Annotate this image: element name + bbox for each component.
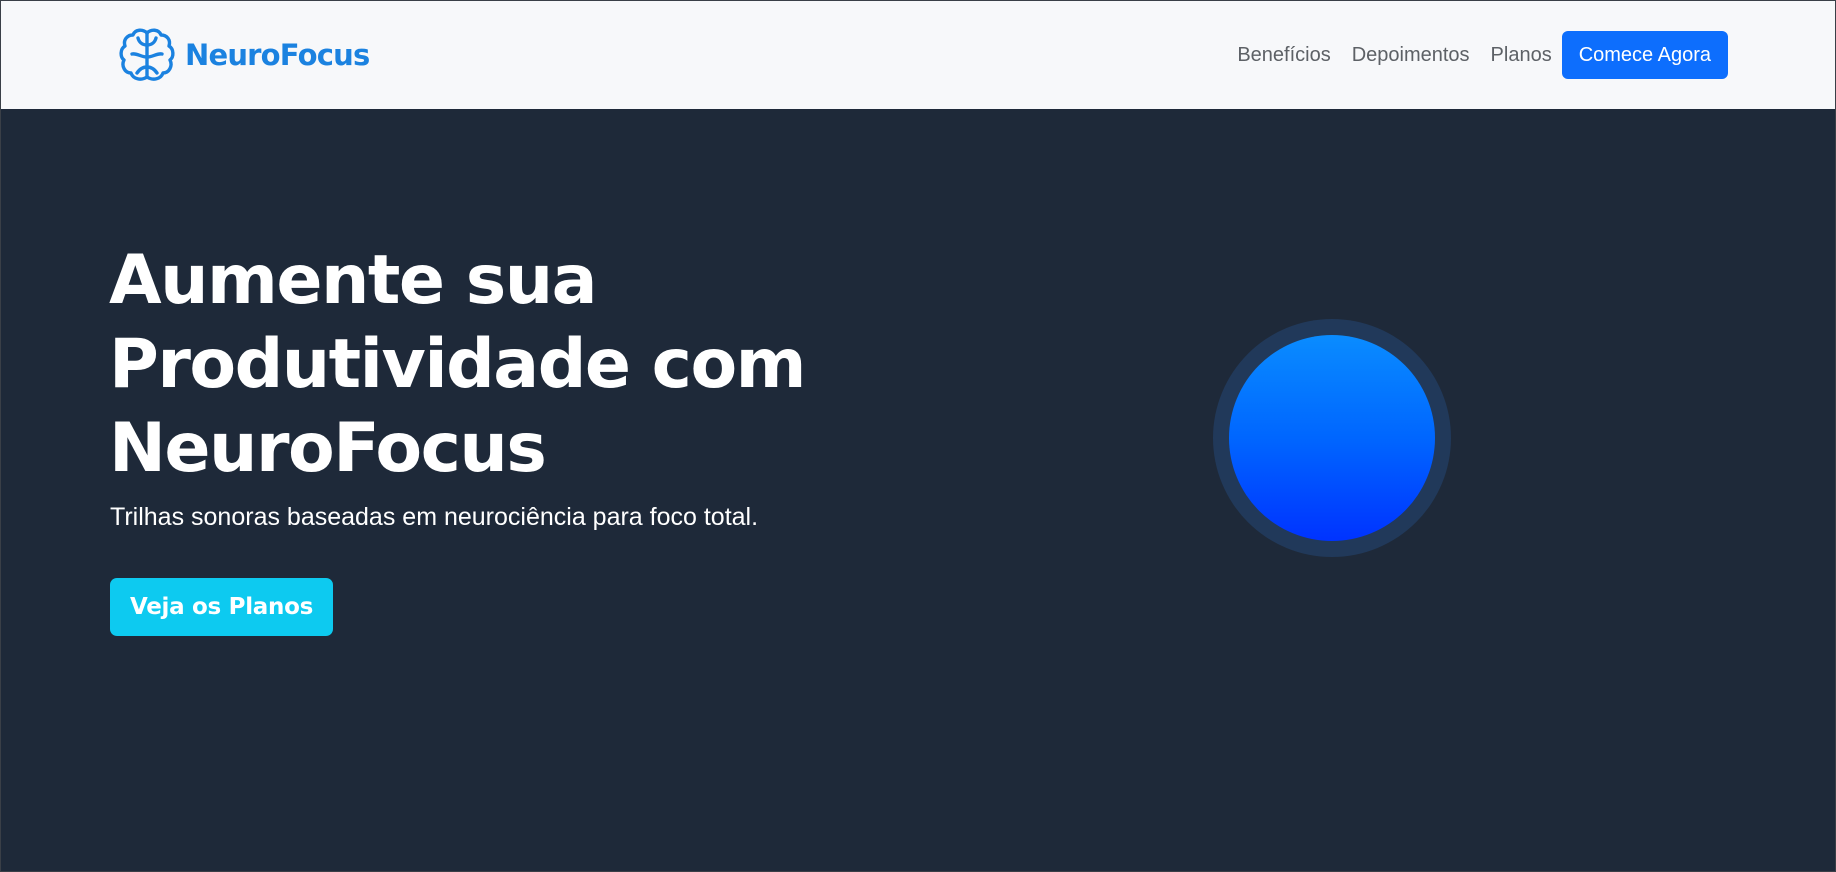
nav-link-planos[interactable]: Planos xyxy=(1491,44,1552,67)
comece-agora-button[interactable]: Comece Agora xyxy=(1561,31,1728,79)
hero-title: Aumente sua Produtividade com NeuroFocus xyxy=(109,239,929,491)
nav-link-beneficios[interactable]: Benefícios xyxy=(1237,44,1330,67)
hero-subtitle: Trilhas sonoras baseadas em neurociência… xyxy=(110,503,759,531)
nav-links: Benefícios Depoimentos Planos Comece Ago… xyxy=(1237,31,1728,79)
navbar: NeuroFocus Benefícios Depoimentos Planos… xyxy=(1,1,1835,109)
brain-icon xyxy=(119,28,175,81)
hero-title-line-3: NeuroFocus xyxy=(109,409,547,488)
focus-orb xyxy=(1229,335,1435,541)
hero-title-line-1: Aumente sua xyxy=(109,241,598,320)
veja-os-planos-button[interactable]: Veja os Planos xyxy=(110,578,333,636)
brand-logo-link[interactable]: NeuroFocus xyxy=(117,25,370,85)
nav-link-depoimentos[interactable]: Depoimentos xyxy=(1352,44,1470,67)
brand-name: NeuroFocus xyxy=(185,38,370,72)
hero-title-line-2: Produtividade com xyxy=(109,325,807,404)
